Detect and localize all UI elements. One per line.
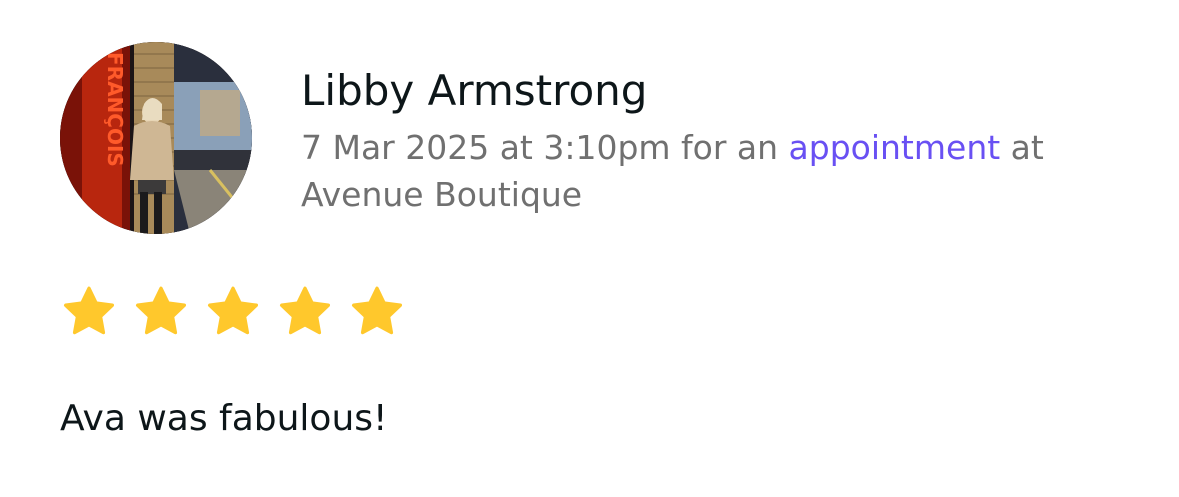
for-text: for an xyxy=(670,128,789,167)
venue-name: Avenue Boutique xyxy=(301,175,583,214)
review-meta: 7 Mar 2025 at 3:10pm for an appointment … xyxy=(301,124,1131,218)
at-text: at xyxy=(1000,128,1044,167)
star-icon xyxy=(279,286,331,335)
star-icon xyxy=(135,286,187,335)
neon-sign-text: FRANÇOIS xyxy=(103,52,127,167)
review-date: 7 Mar 2025 at 3:10pm xyxy=(301,128,671,167)
star-icon xyxy=(207,286,259,335)
avatar[interactable]: FRANÇOIS xyxy=(60,42,252,234)
avatar-photo: FRANÇOIS xyxy=(60,42,252,234)
review-text: Ava was fabulous! xyxy=(60,398,388,439)
star-icon xyxy=(63,286,115,335)
star-icon xyxy=(351,286,403,335)
star-rating xyxy=(60,283,406,341)
appointment-link[interactable]: appointment xyxy=(789,128,1001,167)
reviewer-name: Libby Armstrong xyxy=(301,66,648,115)
review-card: FRANÇOIS Libby Armstrong 7 Mar 2025 at 3… xyxy=(0,0,1179,497)
